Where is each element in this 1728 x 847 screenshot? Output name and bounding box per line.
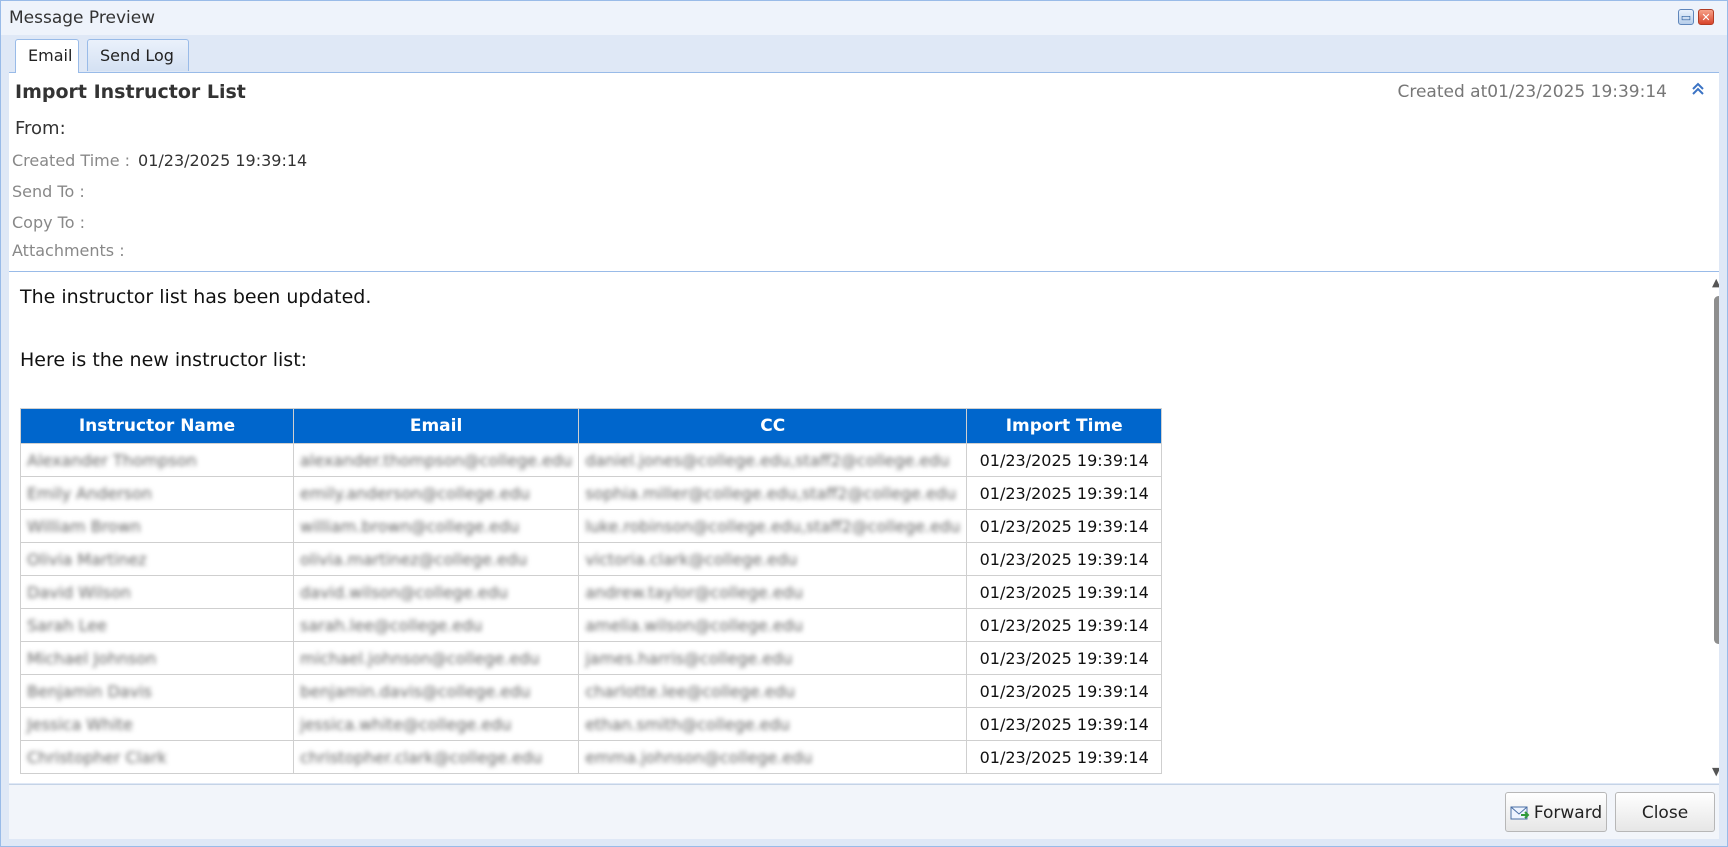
instructor-name-cell: David Wilson — [20, 575, 294, 609]
cc-cell: charlotte.lee@college.edu — [578, 674, 968, 708]
message-header: Import Instructor List Created at01/23/2… — [9, 73, 1719, 272]
attachments-label: Attachments : — [12, 241, 125, 260]
created-at-value: 01/23/2025 19:39:14 — [1487, 82, 1667, 102]
instructor-name-cell: William Brown — [20, 509, 294, 543]
forward-mail-icon — [1510, 806, 1530, 820]
email-cell: christopher.clark@college.edu — [292, 740, 580, 774]
vertical-scrollbar[interactable]: ▲ ▼ — [1709, 272, 1719, 783]
forward-label: Forward — [1533, 803, 1603, 823]
message-subject: Import Instructor List — [15, 81, 246, 103]
table-row: Emily Anderson emily.anderson@college.edu… — [20, 476, 1163, 510]
table-row: Alexander Thompson alexander.thompson@col… — [20, 443, 1163, 477]
email-cell: olivia.martinez@college.edu — [292, 542, 580, 576]
close-icon[interactable]: ✕ — [1698, 9, 1714, 25]
created-time-value: 01/23/2025 19:39:14 — [138, 151, 308, 170]
cc-cell: victoria.clark@college.edu — [578, 542, 968, 576]
import-time-cell: 01/23/2025 19:39:14 — [966, 476, 1163, 510]
email-cell: jessica.white@college.edu — [292, 707, 580, 741]
tab-strip: Email Send Log — [9, 35, 1719, 73]
window-title: Message Preview — [9, 8, 156, 28]
collapse-icon[interactable] — [1691, 81, 1705, 100]
table-row: Michael Johnson michael.johnson@college.e… — [20, 641, 1163, 675]
scroll-thumb[interactable] — [1714, 296, 1719, 644]
import-time-cell: 01/23/2025 19:39:14 — [966, 740, 1163, 774]
import-time-cell: 01/23/2025 19:39:14 — [966, 575, 1163, 609]
created-time-row: Created Time : 01/23/2025 19:39:14 — [12, 151, 307, 170]
cc-cell: james.harris@college.edu — [578, 641, 968, 675]
instructor-name-cell: Christopher Clark — [20, 740, 294, 774]
created-at-label: Created at — [1397, 82, 1488, 102]
created-time-label: Created Time : — [12, 151, 131, 170]
import-time-cell: 01/23/2025 19:39:14 — [966, 542, 1163, 576]
instructor-name-cell: Michael Johnson — [20, 641, 294, 675]
scroll-up-icon[interactable]: ▲ — [1712, 276, 1719, 289]
cc-cell: sophia.miller@college.edu,staff2@college… — [578, 476, 968, 510]
table-row: William Brown william.brown@college.edu lu… — [20, 509, 1163, 543]
email-cell: emily.anderson@college.edu — [292, 476, 580, 510]
cc-cell: luke.robinson@college.edu,staff2@college… — [578, 509, 968, 543]
instructor-name-cell: Alexander Thompson — [20, 443, 294, 477]
tab-email[interactable]: Email — [15, 39, 79, 73]
email-cell: michael.johnson@college.edu — [292, 641, 580, 675]
import-time-cell: 01/23/2025 19:39:14 — [966, 443, 1163, 477]
body-line-1: The instructor list has been updated. — [20, 286, 372, 308]
send-to-label: Send To : — [12, 182, 85, 201]
from-label: From: — [15, 118, 66, 139]
email-cell: william.brown@college.edu — [292, 509, 580, 543]
table-row: Benjamin Davis benjamin.davis@college.edu… — [20, 674, 1163, 708]
instructor-name-cell: Sarah Lee — [20, 608, 294, 642]
cc-cell: daniel.jones@college.edu,staff2@college.… — [578, 443, 968, 477]
forward-button[interactable]: Forward — [1505, 792, 1607, 832]
instructor-name-cell: Emily Anderson — [20, 476, 294, 510]
instructor-name-cell: Olivia Martinez — [20, 542, 294, 576]
cc-cell: emma.johnson@college.edu — [578, 740, 968, 774]
import-time-cell: 01/23/2025 19:39:14 — [966, 674, 1163, 708]
column-header: CC — [578, 408, 968, 444]
import-time-cell: 01/23/2025 19:39:14 — [966, 509, 1163, 543]
import-time-cell: 01/23/2025 19:39:14 — [966, 641, 1163, 675]
close-button[interactable]: Close — [1615, 792, 1715, 832]
instructor-table: Instructor Name Email CC Import Time Ale… — [20, 408, 1163, 774]
instructor-name-cell: Jessica White — [20, 707, 294, 741]
cc-cell: amelia.wilson@college.edu — [578, 608, 968, 642]
dialog-footer: Forward Close — [9, 784, 1719, 839]
column-header: Instructor Name — [20, 408, 294, 444]
maximize-icon[interactable]: ▭ — [1678, 9, 1694, 25]
import-time-cell: 01/23/2025 19:39:14 — [966, 707, 1163, 741]
table-header-row: Instructor Name Email CC Import Time — [20, 408, 1163, 444]
title-bar: Message Preview ▭ ✕ — [1, 1, 1727, 35]
import-time-cell: 01/23/2025 19:39:14 — [966, 608, 1163, 642]
column-header: Import Time — [966, 408, 1163, 444]
body-line-2: Here is the new instructor list: — [20, 349, 308, 371]
email-cell: sarah.lee@college.edu — [292, 608, 580, 642]
message-preview-window: Message Preview ▭ ✕ Email Send Log Impor… — [0, 0, 1728, 847]
scroll-down-icon[interactable]: ▼ — [1712, 765, 1719, 778]
email-cell: david.wilson@college.edu — [292, 575, 580, 609]
cc-cell: ethan.smith@college.edu — [578, 707, 968, 741]
table-row: Sarah Lee sarah.lee@college.edu amelia.wil… — [20, 608, 1163, 642]
cc-cell: andrew.taylor@college.edu — [578, 575, 968, 609]
instructor-name-cell: Benjamin Davis — [20, 674, 294, 708]
email-cell: alexander.thompson@college.edu — [292, 443, 580, 477]
created-at: Created at01/23/2025 19:39:14 — [1397, 82, 1667, 102]
table-row: David Wilson david.wilson@college.edu andr… — [20, 575, 1163, 609]
table-row: Jessica White jessica.white@college.edu et… — [20, 707, 1163, 741]
table-row: Christopher Clark christopher.clark@colle… — [20, 740, 1163, 774]
column-header: Email — [292, 408, 580, 444]
tab-send-log[interactable]: Send Log — [87, 39, 189, 71]
copy-to-label: Copy To : — [12, 213, 85, 232]
email-cell: benjamin.davis@college.edu — [292, 674, 580, 708]
message-body[interactable]: The instructor list has been updated. He… — [9, 272, 1719, 783]
table-row: Olivia Martinez olivia.martinez@college.e… — [20, 542, 1163, 576]
table-body: Alexander Thompson alexander.thompson@col… — [20, 443, 1163, 774]
